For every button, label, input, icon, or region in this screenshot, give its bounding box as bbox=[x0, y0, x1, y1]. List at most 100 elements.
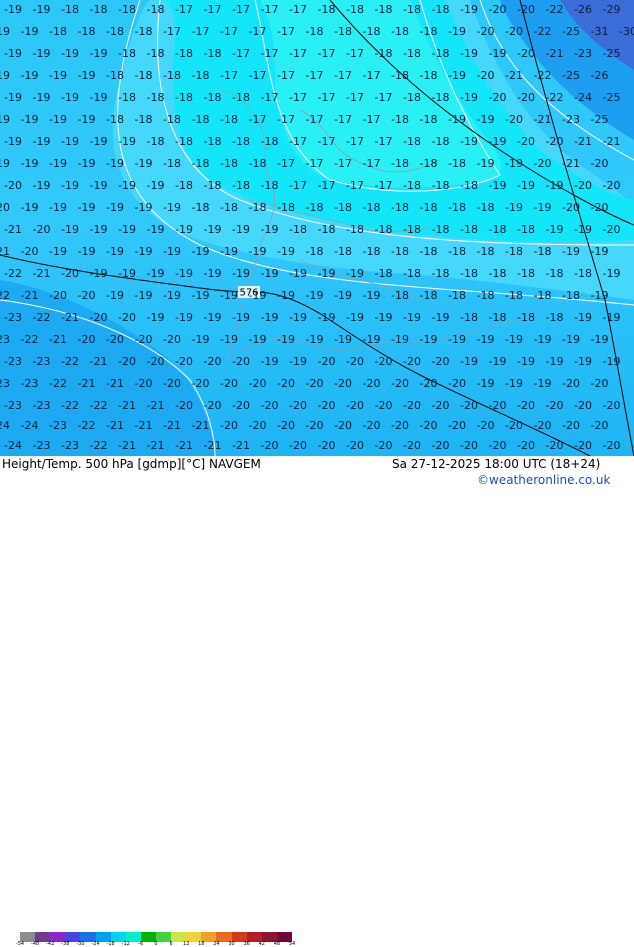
temperature-value: -19 bbox=[460, 47, 478, 60]
colorbar-tick-label: -30 bbox=[76, 941, 85, 947]
temperature-value: -20 bbox=[562, 419, 580, 432]
temperature-value: -17 bbox=[346, 135, 364, 148]
temperature-value: -19 bbox=[432, 311, 450, 324]
temperature-value: -25 bbox=[603, 47, 621, 60]
temperature-value: -18 bbox=[346, 3, 364, 16]
temperature-value: -19 bbox=[363, 333, 381, 346]
temperature-value: -22 bbox=[78, 419, 96, 432]
temperature-value: -19 bbox=[448, 333, 466, 346]
temperature-value: -20 bbox=[61, 267, 79, 280]
colorbar-tick-label: 48 bbox=[273, 941, 281, 947]
temperature-value: -17 bbox=[220, 25, 238, 38]
temperature-value: -19 bbox=[505, 201, 523, 214]
temperature-value: -20 bbox=[460, 399, 478, 412]
temperature-value: -23 bbox=[0, 333, 10, 346]
temperature-value: -21 bbox=[61, 311, 79, 324]
temperature-value: -22 bbox=[534, 69, 552, 82]
temperature-value: -20 bbox=[505, 25, 523, 38]
temperature-value: -18 bbox=[220, 113, 238, 126]
temperature-value: -19 bbox=[135, 201, 153, 214]
temperature-value: -19 bbox=[546, 355, 564, 368]
temperature-value: -19 bbox=[21, 157, 39, 170]
temperature-value: -20 bbox=[21, 245, 39, 258]
temperature-value: -22 bbox=[534, 25, 552, 38]
temperature-value: -18 bbox=[118, 3, 136, 16]
temperature-value: -19 bbox=[603, 355, 621, 368]
temperature-value: -20 bbox=[135, 377, 153, 390]
temperature-value: -19 bbox=[489, 179, 507, 192]
temperature-value: -19 bbox=[106, 289, 124, 302]
temperature-value: -21 bbox=[505, 69, 523, 82]
temperature-value: -19 bbox=[4, 91, 22, 104]
temperature-value: -18 bbox=[192, 201, 210, 214]
temperature-value: -20 bbox=[78, 289, 96, 302]
map-title: Height/Temp. 500 hPa [gdmp][°C] NAVGEM bbox=[2, 457, 261, 471]
temperature-value: -18 bbox=[375, 47, 393, 60]
colorbar-tick-label: 30 bbox=[228, 941, 235, 947]
temperature-value: -21 bbox=[4, 223, 22, 236]
temperature-value: -18 bbox=[318, 3, 336, 16]
temperature-value: -20 bbox=[448, 419, 466, 432]
temperature-value: -18 bbox=[106, 113, 124, 126]
temperature-value: -19 bbox=[220, 245, 238, 258]
temperature-value: -21 bbox=[603, 135, 621, 148]
temperature-value: -18 bbox=[574, 267, 592, 280]
temperature-value: -21 bbox=[135, 419, 153, 432]
temperature-value: -20 bbox=[574, 179, 592, 192]
temperature-value: -19 bbox=[334, 333, 352, 346]
temperature-value: -20 bbox=[204, 399, 222, 412]
temperature-value: -18 bbox=[448, 289, 466, 302]
temperature-value: -19 bbox=[346, 267, 364, 280]
temperature-value: -23 bbox=[574, 47, 592, 60]
temperature-value: -19 bbox=[4, 3, 22, 16]
temperature-value: -17 bbox=[289, 135, 307, 148]
temperature-value: -18 bbox=[403, 91, 421, 104]
temperature-value: -19 bbox=[33, 179, 51, 192]
temperature-value: -20 bbox=[318, 439, 336, 452]
temperature-value: -19 bbox=[204, 223, 222, 236]
temperature-value: -20 bbox=[477, 69, 495, 82]
temperature-value: -19 bbox=[403, 311, 421, 324]
temperature-value: -18 bbox=[403, 3, 421, 16]
temperature-value: -20 bbox=[489, 3, 507, 16]
temperature-value: -20 bbox=[603, 439, 621, 452]
temperature-value: -20 bbox=[420, 419, 438, 432]
temperature-value: -19 bbox=[192, 245, 210, 258]
temperature-value: -18 bbox=[420, 25, 438, 38]
temperature-value: -25 bbox=[603, 91, 621, 104]
temperature-value: -20 bbox=[90, 311, 108, 324]
credit-link[interactable]: ©weatheronline.co.uk bbox=[477, 473, 610, 487]
temperature-value: -19 bbox=[261, 311, 279, 324]
map-datetime: Sa 27-12-2025 18:00 UTC (18+24) bbox=[392, 457, 601, 471]
temperature-value: -18 bbox=[420, 245, 438, 258]
temperature-value: -24 bbox=[574, 91, 592, 104]
temperature-value: -19 bbox=[220, 333, 238, 346]
temperature-value: -20 bbox=[546, 399, 564, 412]
temperature-value: -23 bbox=[4, 399, 22, 412]
temperature-value: -20 bbox=[591, 419, 609, 432]
temperature-value: -19 bbox=[289, 267, 307, 280]
temperature-value: -18 bbox=[175, 135, 193, 148]
temperature-value: -19 bbox=[118, 135, 136, 148]
temperature-value: -18 bbox=[534, 245, 552, 258]
temperature-value: -22 bbox=[4, 267, 22, 280]
temperature-value: -23 bbox=[562, 113, 580, 126]
temperature-value: -20 bbox=[403, 439, 421, 452]
temperature-value: -18 bbox=[420, 69, 438, 82]
temperature-value: -20 bbox=[118, 355, 136, 368]
temperature-value: -19 bbox=[306, 333, 324, 346]
temperature-value: -18 bbox=[163, 69, 181, 82]
temperature-value: -24 bbox=[4, 439, 22, 452]
temperature-value: -18 bbox=[517, 223, 535, 236]
temperature-value: -19 bbox=[591, 289, 609, 302]
temperature-value: -19 bbox=[232, 223, 250, 236]
temperature-value: -18 bbox=[420, 201, 438, 214]
temperature-value: -18 bbox=[90, 3, 108, 16]
temperature-value: -21 bbox=[106, 419, 124, 432]
temperature-value: -20 bbox=[346, 439, 364, 452]
temperature-value: -18 bbox=[106, 69, 124, 82]
colorbar-tick-label: -54 bbox=[15, 941, 25, 947]
temperature-value: -19 bbox=[90, 47, 108, 60]
temperature-value: -23 bbox=[61, 439, 79, 452]
temperature-value: -18 bbox=[204, 135, 222, 148]
